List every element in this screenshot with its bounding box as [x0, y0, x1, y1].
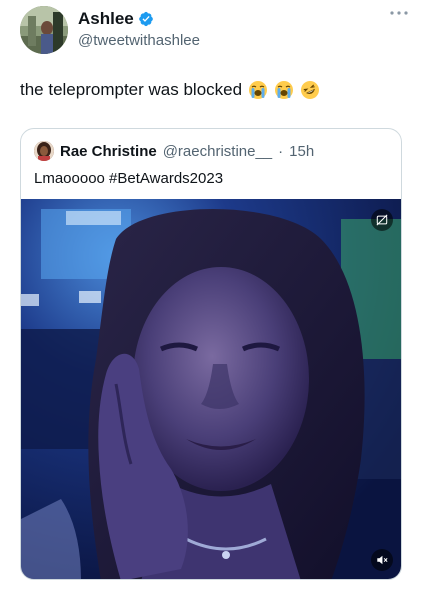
rolling-on-the-floor-laughing-icon [300, 80, 320, 100]
tweet-text: the teleprompter was blocked [20, 80, 320, 100]
author-avatar-image [20, 6, 68, 54]
loudly-crying-face-icon [274, 80, 294, 100]
video-frame [21, 199, 401, 579]
author-handle[interactable]: @tweetwithashlee [78, 32, 200, 49]
quoted-tweet-header: Rae Christine @raechristine__ · 15h [34, 141, 314, 161]
loudly-crying-face-icon [248, 80, 268, 100]
verified-badge-icon [138, 11, 154, 27]
author-names: Ashlee @tweetwithashlee [78, 8, 200, 49]
speaker-muted-icon[interactable] [371, 549, 393, 571]
display-name-row: Ashlee [78, 8, 200, 30]
quoted-author-display-name[interactable]: Rae Christine [60, 143, 157, 160]
separator-dot: · [278, 142, 284, 160]
quoted-tweet-text: Lmaooooo #BetAwards2023 [34, 170, 224, 187]
more-horizontal-icon[interactable] [388, 8, 410, 22]
tweet-text-content: the teleprompter was blocked [20, 80, 243, 99]
gif-crossed-icon[interactable] [371, 209, 393, 231]
author-display-name[interactable]: Ashlee [78, 9, 134, 29]
quoted-tweet[interactable]: Rae Christine @raechristine__ · 15h Lmao… [20, 128, 402, 580]
quoted-author-avatar[interactable] [34, 141, 54, 161]
author-avatar[interactable] [20, 6, 68, 54]
video-player[interactable] [21, 199, 401, 579]
quoted-timestamp[interactable]: 15h [289, 143, 314, 160]
quoted-author-avatar-image [34, 141, 54, 161]
quoted-author-handle[interactable]: @raechristine__ [163, 143, 272, 160]
tweet-header: Ashlee @tweetwithashlee [20, 6, 410, 56]
